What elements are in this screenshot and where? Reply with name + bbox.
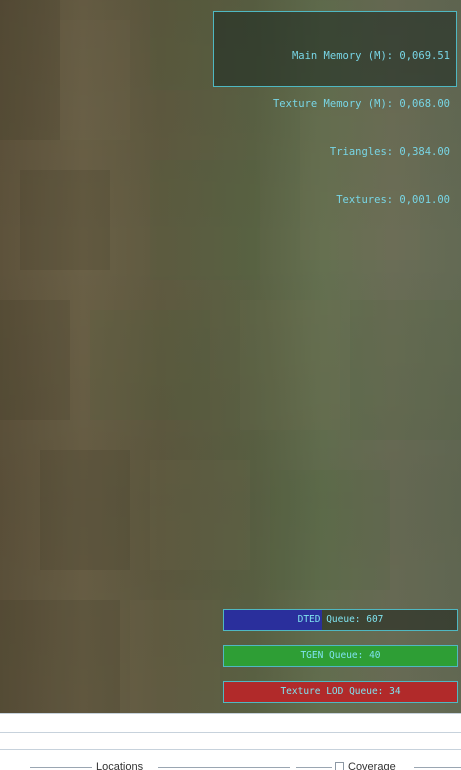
locations-group-title: Locations (94, 761, 146, 770)
locations-group-border-left (30, 767, 92, 768)
coverage-group: Coverage (296, 761, 461, 770)
terrain-tile (0, 0, 60, 140)
main-memory-stat: Main Memory (M): 0,069.51 (291, 50, 450, 62)
coverage-group-border-right (414, 767, 461, 768)
textures-stat: Textures: 0,001.00 (336, 194, 450, 206)
coverage-checkbox[interactable] (335, 762, 344, 770)
terrain-tile (20, 170, 110, 270)
bottom-panel: Locations Coverage (0, 713, 461, 770)
locations-group: Locations (30, 761, 290, 770)
texture-memory-stat: Texture Memory (M): 0,068.00 (272, 98, 450, 110)
texture-lod-queue-label: Texture LOD Queue: 34 (280, 686, 401, 697)
coverage-label[interactable]: Coverage (346, 761, 398, 770)
terrain-tile (150, 460, 250, 570)
coverage-group-border-left (296, 767, 332, 768)
terrain-tile (150, 0, 210, 90)
tgen-queue-bar: TGEN Queue: 40 (223, 645, 458, 667)
terrain-tile (40, 450, 130, 570)
triangles-stat: Triangles: 0,384.00 (329, 146, 450, 158)
locations-group-border-right (158, 767, 290, 768)
panel-divider (0, 732, 461, 733)
panel-divider (0, 749, 461, 750)
dted-queue-bar: DTED Queue: 607 (223, 609, 458, 631)
dted-queue-label: DTED Queue: 607 (297, 614, 384, 625)
stats-overlay: Main Memory (M): 0,069.51 Texture Memory… (213, 11, 457, 206)
app-window: Main Memory (M): 0,069.51 Texture Memory… (0, 0, 461, 770)
terrain-tile (130, 600, 220, 713)
tgen-queue-label: TGEN Queue: 40 (300, 650, 381, 661)
terrain-tile (90, 310, 210, 420)
terrain-tile (270, 470, 390, 590)
terrain-viewport[interactable]: Main Memory (M): 0,069.51 Texture Memory… (0, 0, 461, 713)
texture-lod-queue-bar: Texture LOD Queue: 34 (223, 681, 458, 703)
terrain-tile (240, 300, 340, 430)
terrain-tile (350, 300, 461, 440)
terrain-tile (0, 300, 70, 420)
terrain-tile (60, 20, 130, 140)
terrain-tile (0, 600, 120, 713)
